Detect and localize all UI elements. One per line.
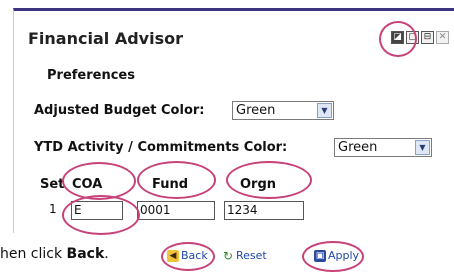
reset-button[interactable]: ↻ Reset (222, 247, 267, 264)
budget-color-label: Adjusted Budget Color: (34, 103, 205, 118)
instruction-prefix: hen click (0, 246, 67, 262)
pin-icon[interactable]: ⊟ (421, 31, 434, 44)
highlight-ring-apply (302, 241, 364, 272)
highlight-ring-coa-input (62, 195, 140, 235)
highlight-ring-fund-header (137, 161, 216, 199)
ytd-color-select[interactable]: Green ▼ (334, 138, 432, 157)
instruction-bold: Back (66, 246, 105, 262)
highlight-ring-back (161, 242, 215, 271)
highlight-ring-controls (379, 21, 417, 57)
row-set-number: 1 (49, 202, 57, 216)
reset-button-label: Reset (236, 249, 267, 262)
panel-title: Financial Advisor (28, 29, 183, 48)
ytd-color-value: Green (338, 140, 378, 155)
highlight-ring-orgn-header (226, 161, 312, 199)
col-set: Set (40, 177, 65, 192)
instruction-suffix: . (104, 246, 109, 262)
budget-color-value: Green (236, 103, 276, 118)
chevron-down-icon: ▼ (415, 140, 430, 155)
reset-icon: ↻ (222, 248, 234, 263)
ytd-color-label: YTD Activity / Commitments Color: (34, 140, 288, 155)
instruction-text: hen click Back. (0, 246, 109, 262)
fund-input[interactable]: 0001 (137, 201, 215, 220)
section-title: Preferences (47, 68, 135, 83)
chevron-down-icon: ▼ (317, 103, 332, 118)
budget-color-select[interactable]: Green ▼ (232, 101, 334, 120)
close-icon[interactable]: ✕ (436, 31, 449, 44)
financial-advisor-panel: Financial Advisor ◪ ▢ ⊟ ✕ Preferences Ad… (13, 8, 454, 235)
orgn-input[interactable]: 1234 (224, 201, 304, 220)
